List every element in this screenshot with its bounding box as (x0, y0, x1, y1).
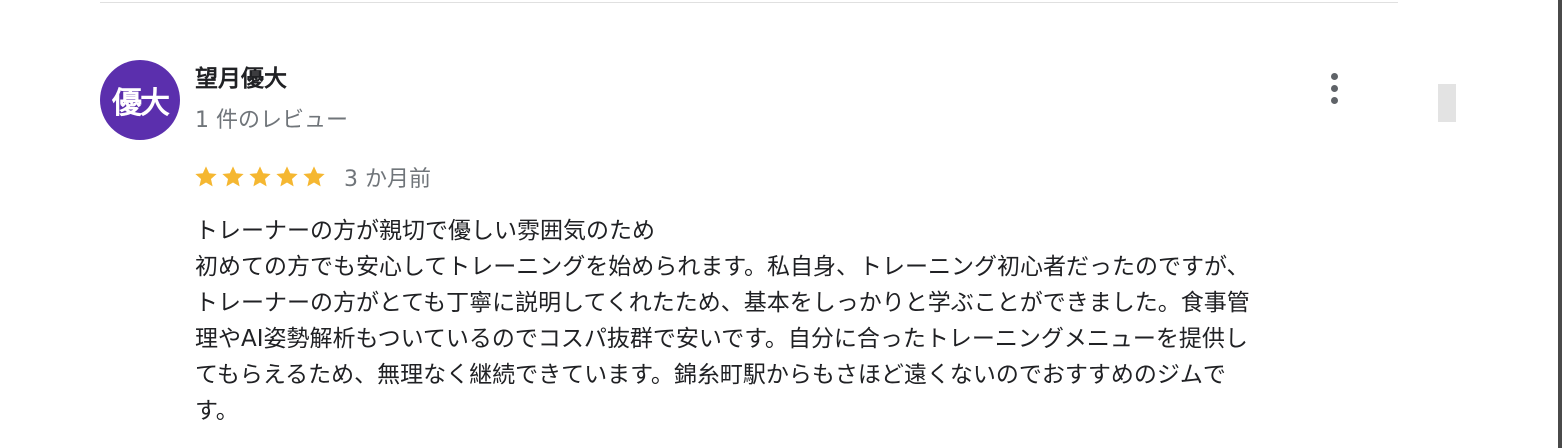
author-name[interactable]: 望月優大 (195, 64, 287, 94)
review-text: トレーナーの方が親切で優しい雰囲気のため 初めての方でも安心してトレーニングを始… (195, 213, 1395, 429)
star-rating (193, 164, 328, 190)
review-text-line: 初めての方でも安心してトレーニングを始められます。私自身、トレーニング初心者だっ… (195, 254, 1250, 280)
review-date: 3 か月前 (344, 167, 431, 192)
review-text-line: てもらえるため、無理なく継続できています。錦糸町駅からもさほど遠くないのでおすす… (195, 362, 1226, 388)
avatar[interactable]: 優大 (100, 60, 180, 140)
star-icon (249, 166, 271, 187)
review-text-line: 理やAI姿勢解析もついているのでコスパ抜群で安いです。自分に合ったトレーニングメ… (195, 326, 1248, 352)
star-icon (195, 166, 217, 187)
star-icon (276, 166, 298, 187)
divider (100, 2, 1398, 3)
window-edge (1558, 0, 1562, 448)
review-page: 優大 望月優大 1 件のレビュー 3 か月前 トレーナーの方が親切で優しい雰囲気… (0, 0, 1562, 448)
scrollbar-thumb[interactable] (1438, 84, 1456, 122)
star-icon (303, 166, 325, 187)
review-text-line: トレーナーの方が親切で優しい雰囲気のため (195, 218, 655, 244)
more-vert-icon-dot (1330, 84, 1338, 92)
review-text-line: す。 (195, 398, 239, 424)
more-options-button[interactable] (1316, 68, 1352, 108)
review-text-line: トレーナーの方がとても丁寧に説明してくれたため、基本をしっかりと学ぶことができま… (195, 290, 1250, 316)
avatar-initials: 優大 (112, 86, 170, 121)
review-count: 1 件のレビュー (195, 108, 348, 133)
more-vert-icon-dot (1330, 96, 1338, 104)
star-icon (222, 166, 244, 187)
rating-row: 3 か月前 (193, 162, 431, 192)
more-vert-icon (1330, 72, 1338, 80)
